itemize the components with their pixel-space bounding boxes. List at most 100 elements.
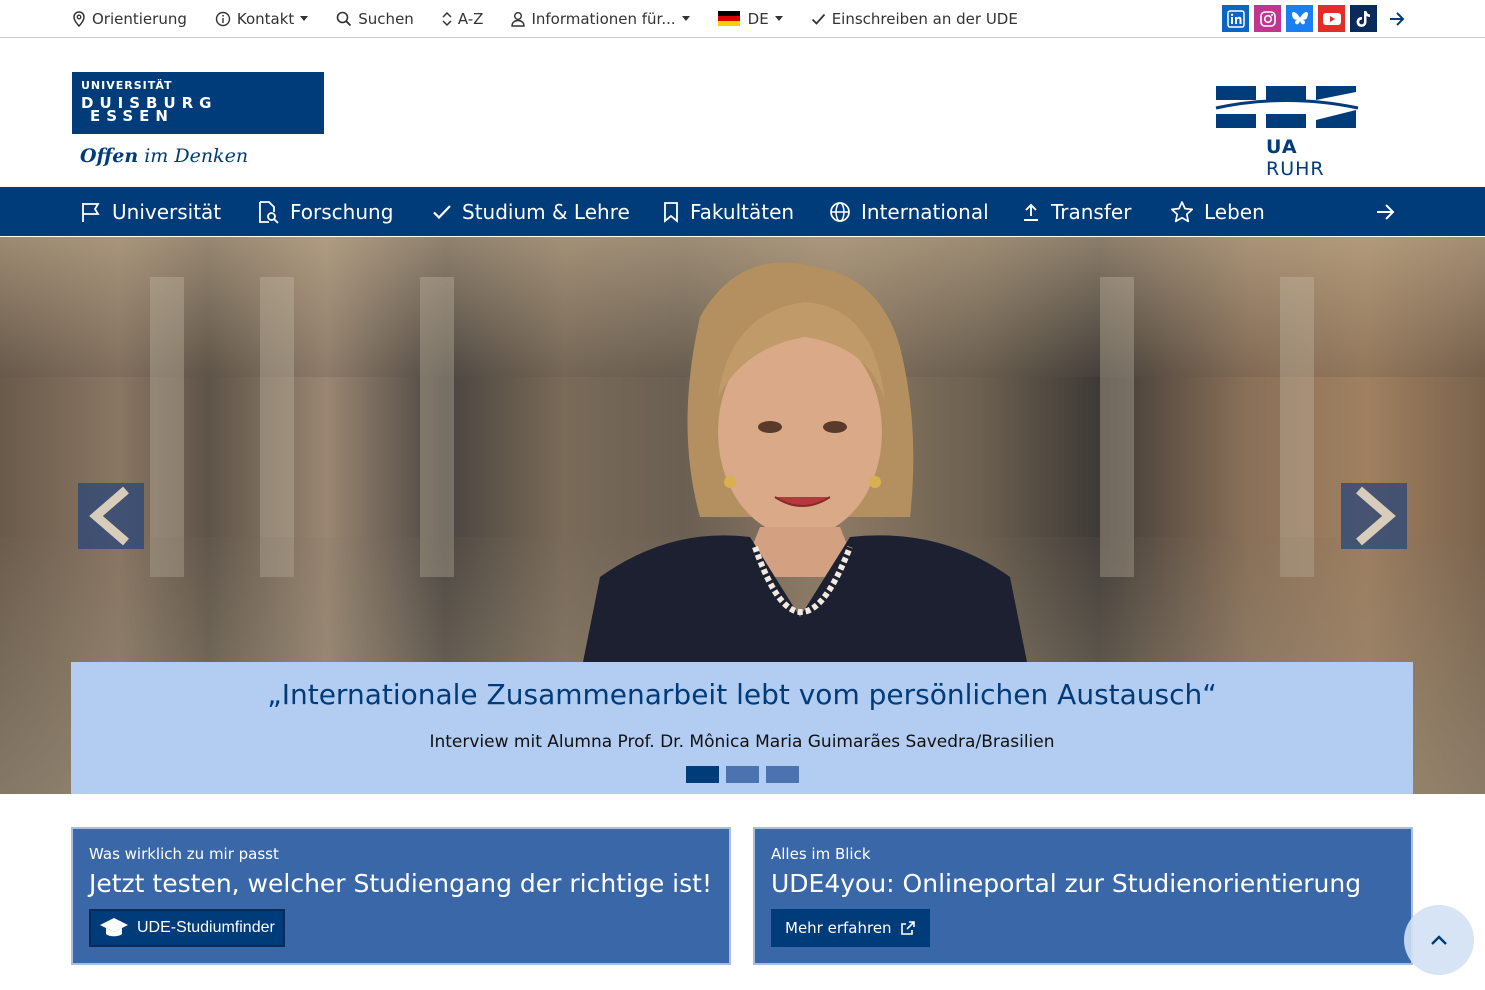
carousel-indicator[interactable] xyxy=(766,766,799,783)
nav-more-arrow[interactable] xyxy=(1375,187,1407,236)
carousel-prev-button[interactable] xyxy=(78,483,144,549)
nav-transfer-label: Transfer xyxy=(1051,199,1132,224)
check-icon xyxy=(433,204,451,219)
bookmark-icon xyxy=(664,201,678,223)
carousel-next-button[interactable] xyxy=(1341,483,1407,549)
kontakt-label: Kontakt xyxy=(236,9,295,28)
search-icon xyxy=(336,11,352,26)
studiumfinder-button[interactable]: UDE-Studiumfinder xyxy=(89,909,285,947)
carousel-indicator[interactable] xyxy=(726,766,759,783)
nav-fakultaeten-label: Fakultäten xyxy=(690,199,795,224)
suchen-link[interactable]: Suchen xyxy=(336,10,414,28)
mehr-erfahren-button[interactable]: Mehr erfahren xyxy=(771,909,930,947)
chevron-up-icon xyxy=(1431,935,1447,945)
orientierung-link[interactable]: Orientierung xyxy=(72,10,187,28)
star-icon xyxy=(1170,200,1194,222)
background-pillar xyxy=(1100,277,1134,577)
nav-leben-label: Leben xyxy=(1204,199,1265,224)
german-flag-icon xyxy=(717,11,740,26)
logo-line-university: UNIVERSITÄT xyxy=(81,79,173,92)
az-label: A-Z xyxy=(457,9,484,28)
einschreiben-link[interactable]: Einschreiben an der UDE xyxy=(811,10,1018,28)
slogan-rest: im Denken xyxy=(138,145,249,167)
social-links xyxy=(1222,5,1410,32)
carousel-indicators xyxy=(686,766,799,783)
informationen-dropdown[interactable]: Informationen für... xyxy=(511,9,690,28)
ua-ruhr-text: UA RUHR xyxy=(1266,136,1360,180)
external-link-icon xyxy=(900,921,915,935)
utility-links: Orientierung Kontakt Suchen A-Z Informat… xyxy=(72,0,1046,37)
bluesky-icon[interactable] xyxy=(1286,5,1313,32)
language-dropdown[interactable]: DE xyxy=(717,9,783,28)
background-pillar xyxy=(260,277,294,577)
background-pillar xyxy=(420,277,454,577)
arrow-right-icon[interactable] xyxy=(1384,5,1410,32)
ua-ruhr-logo[interactable]: UA RUHR xyxy=(1214,84,1360,180)
upload-icon xyxy=(1024,203,1038,221)
slogan: Offen im Denken xyxy=(80,145,248,167)
background-pillar xyxy=(1280,277,1314,577)
nav-universitaet[interactable]: Universität xyxy=(80,187,221,236)
nav-universitaet-label: Universität xyxy=(112,199,222,224)
kontakt-dropdown[interactable]: Kontakt xyxy=(215,9,309,28)
tiktok-icon[interactable] xyxy=(1350,5,1377,32)
info-icon xyxy=(215,11,231,26)
ude4you-card: Alles im Blick UDE4you: Onlineportal zur… xyxy=(753,827,1413,965)
nav-studium[interactable]: Studium & Lehre xyxy=(432,187,630,236)
document-search-icon xyxy=(259,200,279,224)
hero-portrait-photo xyxy=(580,262,1030,677)
instagram-icon[interactable] xyxy=(1254,5,1281,32)
globe-icon xyxy=(830,201,850,222)
carousel-indicator[interactable] xyxy=(686,766,719,783)
carousel-quote: „Internationale Zusammenarbeit lebt vom … xyxy=(267,678,1217,711)
card-eyebrow: Was wirklich zu mir passt xyxy=(89,845,279,863)
studiumfinder-button-label: UDE-Studiumfinder xyxy=(137,919,275,936)
background-pillar xyxy=(150,277,184,577)
logo-line-essen: ESSEN xyxy=(90,107,174,125)
orientierung-label: Orientierung xyxy=(92,9,187,28)
ua-ruhr-rest: RUHR xyxy=(1266,158,1325,180)
youtube-icon[interactable] xyxy=(1318,5,1345,32)
top-utility-bar: Orientierung Kontakt Suchen A-Z Informat… xyxy=(0,0,1485,38)
studiumfinder-card: Was wirklich zu mir passt Jetzt testen, … xyxy=(71,827,731,965)
chevron-right-icon xyxy=(1356,486,1396,546)
ude-logo[interactable]: UNIVERSITÄT DUISBURG ESSEN xyxy=(72,72,324,134)
suchen-label: Suchen xyxy=(358,9,414,28)
chevron-down-icon xyxy=(774,16,783,21)
nav-forschung-label: Forschung xyxy=(290,199,394,224)
mehr-erfahren-label: Mehr erfahren xyxy=(785,919,892,937)
chevron-down-icon xyxy=(681,16,690,21)
nav-international[interactable]: International xyxy=(829,187,989,236)
ua-ruhr-mark xyxy=(1215,86,1359,128)
az-link[interactable]: A-Z xyxy=(442,9,484,28)
ua-ruhr-bold: UA xyxy=(1266,136,1298,158)
informationen-label: Informationen für... xyxy=(531,9,676,28)
card-headline[interactable]: UDE4you: Onlineportal zur Studienorienti… xyxy=(771,869,1361,898)
check-icon xyxy=(811,13,825,25)
nav-transfer[interactable]: Transfer xyxy=(1021,187,1131,236)
chevron-left-icon xyxy=(89,486,129,546)
hero-carousel: „Internationale Zusammenarbeit lebt vom … xyxy=(0,237,1485,794)
linkedin-icon[interactable] xyxy=(1222,5,1249,32)
card-eyebrow: Alles im Blick xyxy=(771,845,871,863)
graduation-cap-icon xyxy=(100,918,128,937)
user-icon xyxy=(511,11,526,27)
card-headline[interactable]: Jetzt testen, welcher Studiengang der ri… xyxy=(89,869,712,898)
nav-leben[interactable]: Leben xyxy=(1170,187,1265,236)
main-navigation: Universität Forschung Studium & Lehre Fa… xyxy=(0,187,1485,236)
nav-international-label: International xyxy=(861,199,989,224)
einschreiben-label: Einschreiben an der UDE xyxy=(831,9,1018,28)
nav-studium-label: Studium & Lehre xyxy=(462,199,630,224)
arrow-right-icon xyxy=(1377,203,1395,220)
map-pin-icon xyxy=(73,10,85,27)
flag-icon xyxy=(82,202,100,222)
nav-fakultaeten[interactable]: Fakultäten xyxy=(662,187,794,236)
chevron-down-icon xyxy=(300,16,309,21)
carousel-caption[interactable]: „Internationale Zusammenarbeit lebt vom … xyxy=(71,662,1413,794)
back-to-top-button[interactable] xyxy=(1404,905,1474,975)
slogan-bold: Offen xyxy=(80,145,139,167)
nav-forschung[interactable]: Forschung xyxy=(256,187,393,236)
carousel-subtitle: Interview mit Alumna Prof. Dr. Mônica Ma… xyxy=(429,732,1055,752)
language-label: DE xyxy=(747,9,769,28)
sort-icon xyxy=(442,11,452,26)
